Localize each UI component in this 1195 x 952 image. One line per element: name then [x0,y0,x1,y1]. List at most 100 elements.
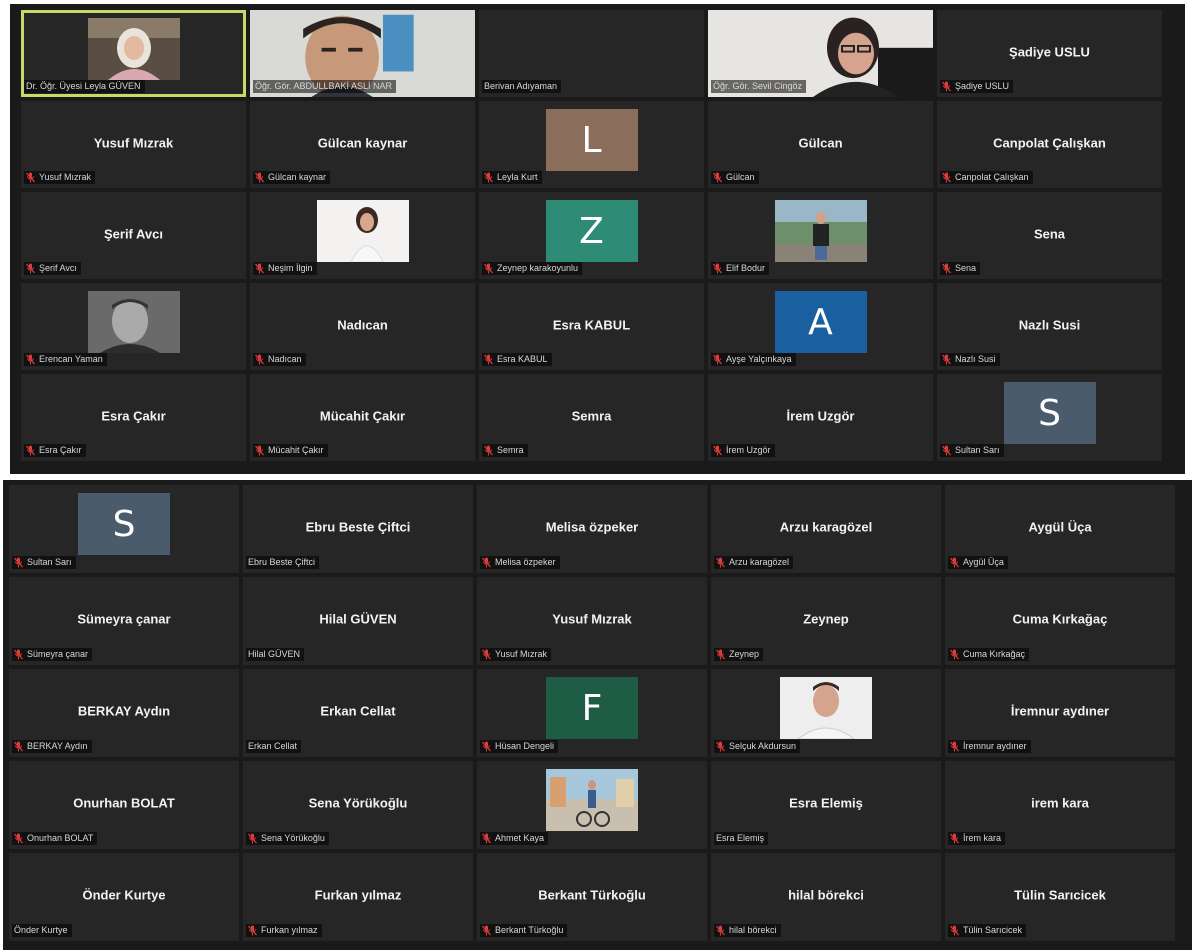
mic-muted-icon [255,172,264,183]
participant-tile[interactable]: Esra Çakır Esra Çakır [21,374,246,461]
participant-tile[interactable]: Erencan Yaman [21,283,246,370]
name-plate-label: Erkan Cellat [248,741,298,751]
participant-tile[interactable]: Dr. Öğr. Üyesi Leyla GÜVEN [21,10,246,97]
participant-photo [87,18,180,80]
participant-tile[interactable]: Melisa özpeker Melisa özpeker [477,485,707,573]
mic-muted-icon [950,649,959,660]
participant-tile[interactable]: Neşim İlgin [250,192,475,279]
mic-muted-icon [482,925,491,936]
name-plate-label: Ayşe Yalçınkaya [726,354,792,364]
name-plate-label: Berkant Türkoğlu [495,925,564,935]
name-plate: Canpolat Çalışkan [940,171,1033,184]
name-plate-label: Esra Elemiş [716,833,765,843]
participant-avatar: S [1003,382,1096,444]
participant-tile[interactable]: İrem Uzgör İrem Uzgör [708,374,933,461]
mic-muted-icon [942,81,951,92]
participant-tile[interactable]: Onurhan BOLAT Onurhan BOLAT [9,761,239,849]
participant-tile[interactable]: Yusuf Mızrak Yusuf Mızrak [477,577,707,665]
name-plate: Ayşe Yalçınkaya [711,353,796,366]
participant-tile[interactable]: Cuma Kırkağaç Cuma Kırkağaç [945,577,1175,665]
participant-tile[interactable]: Furkan yılmaz Furkan yılmaz [243,853,473,941]
participant-display-name: Hilal GÜVEN [319,611,397,627]
mic-muted-icon [716,741,725,752]
name-plate: Erkan Cellat [246,740,302,753]
participant-tile[interactable]: A Ayşe Yalçınkaya [708,283,933,370]
participant-tile[interactable]: Hilal GÜVEN Hilal GÜVEN [243,577,473,665]
participant-tile[interactable]: Sümeyra çanar Sümeyra çanar [9,577,239,665]
participant-photo [316,200,409,262]
participant-tile[interactable]: Öğr. Gör. ABDULLBAKİ ASLİ NAR [250,10,475,97]
participant-tile[interactable]: Şerif Avcı Şerif Avcı [21,192,246,279]
name-plate: Furkan yılmaz [246,924,322,937]
participant-tile[interactable]: Berkant Türkoğlu Berkant Türkoğlu [477,853,707,941]
participant-tile[interactable]: Aygül Üça Aygül Üça [945,485,1175,573]
participant-tile[interactable]: Mücahit Çakır Mücahit Çakır [250,374,475,461]
participant-tile[interactable]: Gülcan kaynar Gülcan kaynar [250,101,475,188]
mic-muted-icon [942,172,951,183]
participant-tile[interactable]: Nadıcan Nadıcan [250,283,475,370]
name-plate: Şadiye USLU [940,80,1014,93]
participant-display-name: Tülin Sarıcicek [1014,887,1106,903]
participant-display-name: Sena [1033,226,1066,242]
participant-tile[interactable]: İremnur aydıner İremnur aydıner [945,669,1175,757]
participant-tile[interactable]: S Sultan Sarı [9,485,239,573]
participant-tile[interactable]: irem kara İrem kara [945,761,1175,849]
participant-display-name: Yusuf Mızrak [552,611,632,627]
name-plate-label: Esra KABUL [497,354,548,364]
mic-muted-icon [255,354,264,365]
participant-tile[interactable]: Tülin Sarıcicek Tülin Sarıcicek [945,853,1175,941]
name-plate-label: Önder Kurtye [14,925,68,935]
participant-display-name: Melisa özpeker [545,519,639,535]
participant-tile[interactable]: Gülcan Gülcan [708,101,933,188]
name-plate-label: Ahmet Kaya [495,833,545,843]
participant-tile[interactable]: Önder Kurtye Önder Kurtye [9,853,239,941]
name-plate-label: İrem kara [963,833,1002,843]
mic-muted-icon [26,354,35,365]
mic-muted-icon [255,263,264,274]
mic-muted-icon [484,354,493,365]
name-plate-label: Selçuk Akdursun [729,741,797,751]
mic-muted-icon [248,833,257,844]
participant-tile[interactable]: Ahmet Kaya [477,761,707,849]
mic-muted-icon [713,263,722,274]
participant-display-name: hilal börekci [788,887,864,903]
name-plate-label: Zeynep [729,649,760,659]
participant-tile[interactable]: Canpolat Çalışkan Canpolat Çalışkan [937,101,1162,188]
participant-display-name: Arzu karagözel [779,519,873,535]
participant-tile[interactable]: Yusuf Mızrak Yusuf Mızrak [21,101,246,188]
participant-tile[interactable]: Öğr. Gör. Sevil Cingöz [708,10,933,97]
name-plate-label: Nazlı Susi [955,354,996,364]
participant-tile[interactable]: Esra Elemiş Esra Elemiş [711,761,941,849]
participant-tile[interactable]: Semra Semra [479,374,704,461]
name-plate-label: Sümeyra çanar [27,649,89,659]
participant-tile[interactable]: BERKAY Aydın BERKAY Aydın [9,669,239,757]
participant-tile[interactable]: Şadiye USLU Şadiye USLU [937,10,1162,97]
participant-tile[interactable]: L Leyla Kurt [479,101,704,188]
participant-tile[interactable]: Sena Yörükoğlu Sena Yörükoğlu [243,761,473,849]
participant-photo [780,677,872,739]
participant-tile[interactable]: Berivan Adıyaman [479,10,704,97]
name-plate: Zeynep [714,648,764,661]
participant-tile[interactable]: Zeynep Zeynep [711,577,941,665]
mic-muted-icon [482,649,491,660]
participant-tile[interactable]: Selçuk Akdursun [711,669,941,757]
participant-tile[interactable]: Elif Bodur [708,192,933,279]
participant-tile[interactable]: Z Zeynep karakoyunlu [479,192,704,279]
name-plate: hilal börekci [714,924,781,937]
participant-tile[interactable]: Sena Sena [937,192,1162,279]
name-plate-label: Ebru Beste Çiftci [248,557,316,567]
participant-tile[interactable]: Nazlı Susi Nazlı Susi [937,283,1162,370]
participant-tile[interactable]: hilal börekci hilal börekci [711,853,941,941]
name-plate-label: Semra [497,445,524,455]
mic-muted-icon [26,445,35,456]
participant-tile[interactable]: S Sultan Sarı [937,374,1162,461]
participant-tile[interactable]: Erkan Cellat Erkan Cellat [243,669,473,757]
name-plate: Semra [482,444,528,457]
participant-tile[interactable]: F Hüsan Dengeli [477,669,707,757]
participant-tile[interactable]: Ebru Beste Çiftci Ebru Beste Çiftci [243,485,473,573]
name-plate-label: Sultan Sarı [955,445,1000,455]
participant-tile[interactable]: Esra KABUL Esra KABUL [479,283,704,370]
participant-tile[interactable]: Arzu karagözel Arzu karagözel [711,485,941,573]
name-plate: Berivan Adıyaman [482,80,562,93]
participant-display-name: Esra Elemiş [789,795,863,811]
